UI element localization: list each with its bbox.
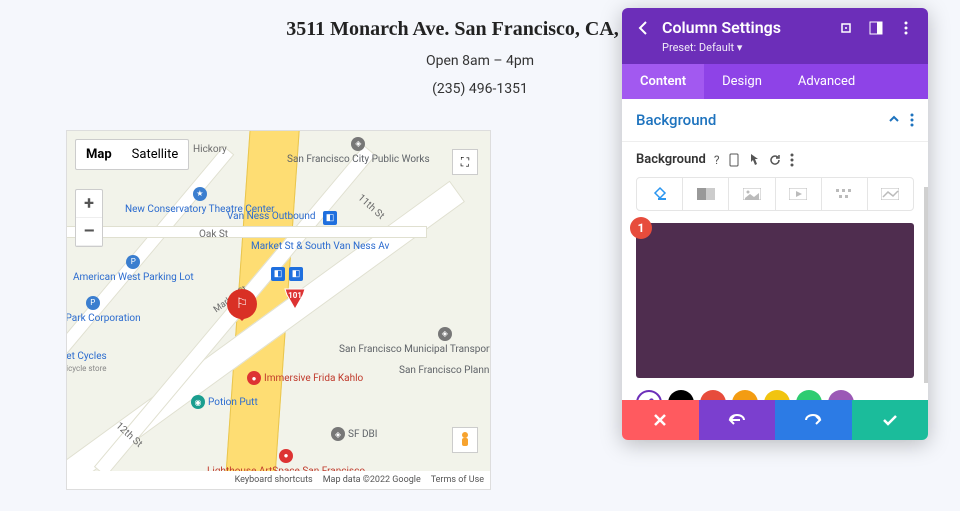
map-shortcuts-link[interactable]: Keyboard shortcuts (235, 475, 313, 485)
more-icon[interactable] (898, 20, 914, 36)
column-settings-panel: Column Settings Preset: Default ▾ Conten… (622, 8, 928, 440)
transit-icon: ◧ (289, 267, 303, 281)
palette-orange[interactable] (732, 390, 758, 400)
palette-yellow[interactable] (764, 390, 790, 400)
label-11th: 11th St (355, 192, 386, 221)
label-oak: Oak St (199, 229, 228, 240)
marker-icon: ⚐ (236, 296, 249, 312)
bg-mask-tab[interactable] (868, 178, 913, 210)
background-label: Background (636, 152, 706, 167)
poi-star-park: Star Park Corporation (66, 313, 141, 324)
map-fullscreen-button[interactable]: ⛶ (452, 149, 478, 175)
cancel-button[interactable] (622, 400, 699, 440)
row-menu-icon[interactable] (790, 153, 794, 167)
map-terms-link[interactable]: Terms of Use (431, 475, 484, 485)
palette-red[interactable] (700, 390, 726, 400)
hover-icon[interactable] (748, 153, 760, 167)
palette-black[interactable] (668, 390, 694, 400)
transit-icon: ◧ (323, 211, 337, 225)
panel-footer (622, 400, 928, 440)
poi-planning: San Francisco Planning Dep (399, 365, 491, 376)
poi-market-south: Market St & South Van Ness Av (251, 241, 389, 252)
poi-vanness: Van Ness Outbound (227, 211, 315, 222)
oak-street (66, 226, 427, 238)
save-button[interactable] (852, 400, 929, 440)
panel-title: Column Settings (662, 18, 781, 37)
map-zoom-controls: + – (75, 189, 103, 247)
palette-purple[interactable] (828, 390, 854, 400)
tab-advanced[interactable]: Advanced (780, 64, 873, 99)
hwy-shield: 101 (283, 289, 305, 307)
svg-text:101: 101 (288, 291, 302, 300)
preset-selector[interactable]: Preset: Default ▾ (662, 41, 914, 54)
snap-icon[interactable] (868, 20, 884, 36)
bg-color-tab[interactable] (637, 178, 683, 210)
map-marker[interactable]: ⚐ (227, 289, 257, 319)
palette-green[interactable] (796, 390, 822, 400)
map-type-toggle[interactable]: Map Satellite (75, 139, 189, 170)
transit-icon: ◧ (271, 267, 285, 281)
section-menu-icon[interactable] (910, 113, 914, 127)
bg-gradient-tab[interactable] (683, 178, 729, 210)
color-palette (622, 390, 928, 400)
responsive-icon[interactable] (728, 153, 740, 167)
panel-header[interactable]: Column Settings Preset: Default ▾ (622, 8, 928, 64)
background-type-tabs (636, 177, 914, 211)
zoom-in-button[interactable]: + (76, 190, 102, 218)
bg-image-tab[interactable] (729, 178, 775, 210)
poi-aw-parking: American West Parking Lot (73, 272, 194, 283)
expand-icon[interactable] (838, 20, 854, 36)
back-icon[interactable] (636, 20, 652, 36)
reset-icon[interactable] (768, 153, 782, 167)
poi-eet-sub: Bicycle store (66, 365, 107, 374)
scrollbar[interactable] (924, 187, 928, 383)
tab-content[interactable]: Content (622, 64, 704, 99)
label-hickory: Hickory (193, 144, 227, 155)
tab-design[interactable]: Design (704, 64, 780, 99)
bg-pattern-tab[interactable] (822, 178, 868, 210)
poi-dbi: SF DBI (348, 429, 377, 440)
map-copyright: Map data ©2022 Google (323, 475, 421, 485)
poi-public-works: San Francisco City Public Works (287, 154, 430, 165)
poi-muni: San Francisco Municipal Transportation A… (339, 344, 491, 355)
collapse-icon[interactable] (888, 113, 900, 127)
poi-eet: eet Cycles (66, 351, 107, 362)
google-map[interactable]: Hickory Oak St 11th St 12th St Market St… (66, 130, 491, 490)
settings-tabs: Content Design Advanced (622, 64, 928, 99)
zoom-out-button[interactable]: – (76, 218, 102, 246)
help-icon[interactable]: ? (714, 153, 720, 167)
map-tab-satellite[interactable]: Satellite (122, 140, 189, 169)
undo-button[interactable] (699, 400, 776, 440)
section-background[interactable]: Background (636, 111, 716, 129)
color-preview[interactable] (636, 223, 914, 378)
map-tab-map[interactable]: Map (76, 140, 122, 169)
step-badge: 1 (630, 217, 652, 239)
redo-button[interactable] (775, 400, 852, 440)
bg-video-tab[interactable] (776, 178, 822, 210)
street-view-button[interactable] (452, 427, 478, 453)
poi-potion: Potion Putt (208, 397, 258, 408)
color-picker-button[interactable] (636, 390, 662, 400)
poi-frida: ●Immersive Frida Kahlo (247, 371, 363, 385)
